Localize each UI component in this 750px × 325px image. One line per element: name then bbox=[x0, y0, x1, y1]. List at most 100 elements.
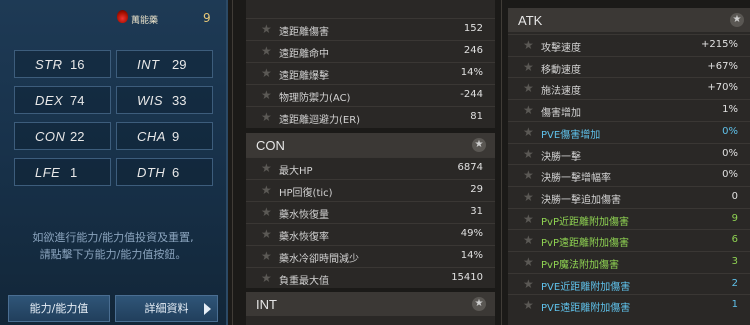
int-header: INT ★ bbox=[246, 292, 495, 316]
star-icon[interactable]: ★ bbox=[523, 60, 534, 74]
row-value: 6874 bbox=[457, 162, 483, 173]
table-row: ★ 藥水恢復量 31 bbox=[246, 201, 495, 223]
star-icon[interactable]: ★ bbox=[261, 66, 272, 80]
stat-name: DEX bbox=[35, 93, 64, 108]
row-value: 15410 bbox=[451, 272, 483, 283]
star-icon[interactable]: ★ bbox=[730, 13, 744, 27]
stat-value: 22 bbox=[70, 129, 85, 144]
row-value: +67% bbox=[707, 60, 738, 72]
star-icon[interactable]: ★ bbox=[261, 227, 272, 241]
stat-value: 9 bbox=[172, 129, 180, 144]
row-value: 1 bbox=[731, 299, 738, 311]
row-label: 藥水恢復率 bbox=[279, 232, 329, 243]
stat-name: CHA bbox=[137, 129, 166, 144]
info-line: 請點擊下方能力/能力值按鈕。 bbox=[39, 248, 187, 261]
con-header: CON ★ bbox=[246, 133, 495, 157]
stat-wis: WIS 33 bbox=[116, 86, 213, 114]
row-label: 遠距離迴避力(ER) bbox=[279, 115, 361, 126]
divider bbox=[232, 0, 233, 325]
potion-label: 萬能藥 bbox=[131, 16, 159, 26]
star-icon[interactable]: ★ bbox=[261, 271, 272, 285]
stat-con: CON 22 bbox=[14, 122, 111, 150]
atk-header: ATK ★ bbox=[508, 8, 750, 32]
potion-row: 萬能藥 9 bbox=[0, 4, 228, 34]
row-value: 152 bbox=[463, 23, 483, 34]
stat-name: STR bbox=[35, 57, 63, 72]
table-row: ★ 藥水恢復率 49% bbox=[246, 223, 495, 245]
table-row: ★ 最大HP 6874 bbox=[246, 157, 495, 179]
row-value: +70% bbox=[707, 82, 738, 94]
row-value: 0% bbox=[722, 147, 738, 159]
stat-name: DTH bbox=[137, 165, 166, 180]
table-row: ★ 物理防禦力(AC) -244 bbox=[246, 84, 495, 106]
row-value: 0% bbox=[722, 125, 738, 137]
row-label: 決勝一擊 bbox=[541, 151, 581, 163]
star-icon[interactable]: ★ bbox=[261, 183, 272, 197]
table-row: ★ PvP近距離附加傷害 9 bbox=[508, 207, 750, 230]
table-row: ★ PvP魔法附加傷害 3 bbox=[508, 251, 750, 273]
star-icon[interactable]: ★ bbox=[523, 125, 534, 139]
atk-rows: ★ 攻擊速度 +215% ★ 移動速度 +67% ★ 施法速度 +70% ★ 傷害增加 1% ★ PVE傷… bbox=[508, 34, 750, 325]
row-label: 傷害增加 bbox=[541, 108, 581, 120]
row-label: PVE遠距離附加傷害 bbox=[541, 303, 631, 315]
star-icon[interactable]: ★ bbox=[523, 81, 534, 95]
table-row: ★ 遠距離命中 246 bbox=[246, 40, 495, 62]
row-value: -244 bbox=[460, 89, 483, 100]
star-icon[interactable]: ★ bbox=[261, 249, 272, 263]
row-value: 3 bbox=[731, 256, 738, 267]
star-icon[interactable]: ★ bbox=[261, 161, 272, 175]
star-icon[interactable]: ★ bbox=[472, 297, 486, 311]
row-label: PvP遠距離附加傷害 bbox=[541, 238, 629, 250]
row-label: 遠距離爆擊 bbox=[279, 71, 329, 82]
row-value: 6 bbox=[731, 234, 738, 246]
star-icon[interactable]: ★ bbox=[523, 147, 534, 161]
table-row: ★ PVE遠距離附加傷害 1 bbox=[508, 294, 750, 316]
star-icon[interactable]: ★ bbox=[523, 233, 534, 247]
table-row: ★ 藥水冷卻時間減少 14% bbox=[246, 245, 495, 267]
table-row: ★ 施法速度 +70% bbox=[508, 77, 750, 99]
row-value: 49% bbox=[460, 228, 483, 239]
row-value: 0 bbox=[731, 190, 738, 202]
star-icon[interactable]: ★ bbox=[261, 205, 272, 219]
details-button[interactable]: 詳細資料 bbox=[115, 295, 218, 322]
star-icon[interactable]: ★ bbox=[261, 44, 272, 58]
star-icon[interactable]: ★ bbox=[523, 190, 534, 204]
table-row: ★ 遠距離爆擊 14% bbox=[246, 62, 495, 84]
stat-value: 1 bbox=[70, 165, 78, 180]
star-icon[interactable]: ★ bbox=[523, 277, 534, 291]
row-value: 0% bbox=[722, 169, 738, 181]
star-icon[interactable]: ★ bbox=[523, 38, 534, 52]
star-icon[interactable]: ★ bbox=[523, 255, 534, 269]
row-label: PVE傷害增加 bbox=[541, 129, 601, 141]
row-label: 決勝一擊追加傷害 bbox=[541, 194, 621, 206]
arrow-right-icon bbox=[204, 303, 211, 315]
row-label: 施法速度 bbox=[541, 86, 581, 98]
row-value: 246 bbox=[463, 45, 483, 56]
stat-name: WIS bbox=[137, 93, 164, 108]
stat-lfe: LFE 1 bbox=[14, 158, 111, 186]
table-row: ★ 遠距離傷害 152 bbox=[246, 18, 495, 40]
table-row: ★ PvP遠距離附加傷害 6 bbox=[508, 229, 750, 251]
star-icon[interactable]: ★ bbox=[261, 110, 272, 124]
table-row: ★ HP回復(tic) 29 bbox=[246, 179, 495, 201]
ranged-table: ★ 遠距離傷害 152 ★ 遠距離命中 246 ★ 遠距離爆擊 14% ★ 物理… bbox=[246, 0, 495, 128]
star-icon[interactable]: ★ bbox=[523, 298, 534, 312]
row-value: +215% bbox=[701, 39, 738, 50]
info-text: 如欲進行能力/能力值投資及重置, 請點擊下方能力/能力值按鈕。 bbox=[18, 229, 208, 263]
potion-count: 9 bbox=[203, 11, 211, 25]
row-label: 物理防禦力(AC) bbox=[279, 93, 351, 104]
star-icon[interactable]: ★ bbox=[523, 168, 534, 182]
star-icon[interactable]: ★ bbox=[261, 88, 272, 102]
int-table: INT ★ bbox=[246, 292, 495, 325]
star-icon[interactable]: ★ bbox=[523, 103, 534, 117]
table-row: ★ PVE近距離附加傷害 2 bbox=[508, 272, 750, 295]
star-icon[interactable]: ★ bbox=[472, 138, 486, 152]
ability-button[interactable]: 能力/能力值 bbox=[8, 295, 110, 322]
details-button-label: 詳細資料 bbox=[144, 302, 189, 315]
row-label: HP回復(tic) bbox=[279, 188, 333, 199]
row-value: 14% bbox=[460, 67, 483, 78]
row-value: 1% bbox=[722, 104, 738, 116]
star-icon[interactable]: ★ bbox=[523, 212, 534, 226]
row-label: 藥水冷卻時間減少 bbox=[279, 254, 359, 265]
star-icon[interactable]: ★ bbox=[261, 22, 272, 36]
